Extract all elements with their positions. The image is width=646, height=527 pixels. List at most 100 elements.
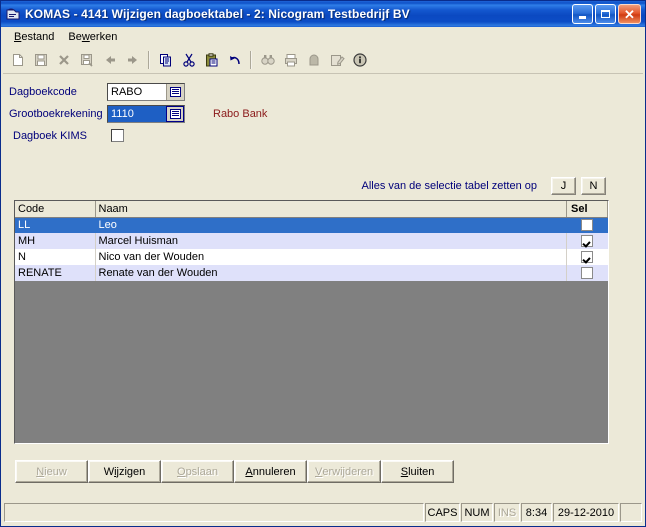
close-icon: ✕ [624, 6, 635, 22]
cell-naam: Leo [95, 217, 567, 233]
cell-code: LL [15, 217, 96, 233]
cut-icon[interactable] [177, 49, 200, 71]
verwijderen-button[interactable]: Verwijderen [307, 460, 382, 483]
cell-naam: Marcel Huisman [95, 233, 567, 249]
table-lookup-icon [170, 86, 181, 97]
status-ins: INS [494, 503, 520, 522]
back-arrow-icon[interactable] [98, 49, 121, 71]
toolbar-separator-1 [148, 51, 150, 69]
caption-buttons: ✕ [572, 4, 641, 24]
sluiten-button[interactable]: Sluiten [381, 460, 455, 483]
table-row[interactable]: RENATE Renate van der Wouden [15, 265, 608, 281]
cell-code: RENATE [15, 265, 96, 281]
cell-code: MH [15, 233, 96, 249]
dagboekcode-value: RABO [111, 85, 143, 98]
menu-bewerken-pre: Be [68, 31, 82, 43]
find-icon[interactable] [256, 49, 279, 71]
cell-naam: Nico van der Wouden [95, 249, 567, 265]
cell-code: N [15, 249, 96, 265]
menu-item-bestand[interactable]: Bestand [7, 29, 61, 45]
table-row[interactable]: LL Leo [15, 217, 608, 233]
maximize-button[interactable] [595, 4, 616, 24]
edit-note-icon[interactable] [325, 49, 348, 71]
maximize-icon [601, 10, 610, 18]
verwijderen-accel: V [315, 465, 323, 478]
print-icon[interactable] [279, 49, 302, 71]
dagboekcode-lookup-button[interactable] [166, 83, 184, 100]
close-button[interactable]: ✕ [618, 4, 641, 24]
opslaan-button[interactable]: Opslaan [161, 460, 234, 483]
dagboek-kims-label: Dagboek KIMS [13, 129, 87, 142]
copy-icon[interactable] [154, 49, 177, 71]
table-row[interactable]: N Nico van der Wouden [15, 249, 608, 265]
button-bar: Nieuw Wij zigen Opslaan Annuleren Verwijd… [15, 460, 455, 483]
undo-icon[interactable] [223, 49, 246, 71]
column-header-code[interactable]: Code [15, 201, 96, 218]
wijzigen-pre: W [103, 465, 115, 478]
cell-sel[interactable] [566, 233, 608, 249]
forward-arrow-icon[interactable] [121, 49, 144, 71]
nieuw-accel: N [36, 465, 45, 478]
table-lookup-icon [170, 108, 181, 119]
sluiten-post: luiten [408, 465, 435, 478]
delete-icon[interactable] [52, 49, 75, 71]
grootboekrekening-label: Grootboekrekening [9, 107, 103, 120]
menu-bestand-post: estand [21, 31, 55, 43]
select-all-label: Alles van de selectie tabel zetten op [361, 180, 537, 192]
info-icon[interactable] [348, 49, 371, 71]
save-icon[interactable] [29, 49, 52, 71]
save-as-icon[interactable] [75, 49, 98, 71]
dagboek-kims-checkbox[interactable] [111, 129, 124, 142]
select-all-no-button[interactable]: N [581, 177, 606, 195]
dagboekcode-label: Dagboekcode [9, 85, 77, 98]
opslaan-post: pslaan [185, 465, 218, 478]
grid-table: Code Naam Sel LL Leo MH Marcel Huisman N [15, 201, 608, 281]
status-bar: CAPS NUM INS 8:34 29-12-2010 [4, 503, 642, 522]
field-row-dagboek-kims: Dagboek KIMS [9, 125, 629, 146]
row-select-checkbox[interactable] [581, 250, 594, 263]
report-icon[interactable] [302, 49, 325, 71]
row-select-checkbox[interactable] [581, 266, 594, 279]
paste-icon[interactable] [200, 49, 223, 71]
annuleren-accel: A [245, 465, 253, 478]
menu-item-bewerken[interactable]: Bewerken [61, 29, 124, 45]
dagboekcode-input[interactable]: RABO [107, 82, 185, 101]
opslaan-accel: O [177, 465, 186, 478]
status-date: 29-12-2010 [553, 503, 619, 522]
toolbar-separator-2 [250, 51, 252, 69]
cell-sel[interactable] [566, 249, 608, 265]
select-all-yes-button[interactable]: J [551, 177, 576, 195]
column-header-naam[interactable]: Naam [95, 201, 567, 218]
toolbar [3, 47, 643, 74]
form-area: Dagboekcode RABO Grootboekrekening 1110 … [9, 81, 629, 147]
status-time: 8:34 [521, 503, 552, 522]
title-bar: KOMAS - 4141 Wijzigen dagboektabel - 2: … [1, 1, 645, 27]
grootboekrekening-lookup-button[interactable] [166, 105, 184, 122]
new-document-icon[interactable] [6, 49, 29, 71]
table-row[interactable]: MH Marcel Huisman [15, 233, 608, 249]
grid-header-row: Code Naam Sel [15, 201, 608, 218]
row-select-checkbox[interactable] [581, 234, 594, 247]
selection-grid[interactable]: Code Naam Sel LL Leo MH Marcel Huisman N [14, 200, 609, 444]
cell-naam: Renate van der Wouden [95, 265, 567, 281]
menu-bewerken-post: erken [89, 31, 118, 43]
minimize-button[interactable] [572, 4, 593, 24]
column-header-sel[interactable]: Sel [566, 201, 608, 218]
grootboekrekening-input[interactable]: 1110 [107, 104, 185, 123]
nieuw-button[interactable]: Nieuw [15, 460, 88, 483]
status-resize-grip [620, 503, 642, 522]
verwijderen-post: erwijderen [322, 465, 374, 478]
annuleren-button[interactable]: Annuleren [234, 460, 307, 483]
field-row-dagboekcode: Dagboekcode RABO [9, 81, 629, 102]
select-all-row: Alles van de selectie tabel zetten op J … [361, 177, 606, 195]
wijzigen-button[interactable]: Wij zigen [88, 460, 161, 483]
status-num: NUM [461, 503, 493, 522]
row-select-checkbox[interactable] [581, 218, 594, 231]
field-row-grootboekrekening: Grootboekrekening 1110 Rabo Bank [9, 103, 629, 124]
cell-sel[interactable] [566, 217, 608, 233]
cell-sel[interactable] [566, 265, 608, 281]
wijzigen-post: zigen [118, 465, 146, 478]
annuleren-post: nnuleren [252, 465, 296, 478]
application-window: KOMAS - 4141 Wijzigen dagboektabel - 2: … [0, 0, 646, 527]
menu-bar: Bestand Bewerken [3, 27, 643, 47]
